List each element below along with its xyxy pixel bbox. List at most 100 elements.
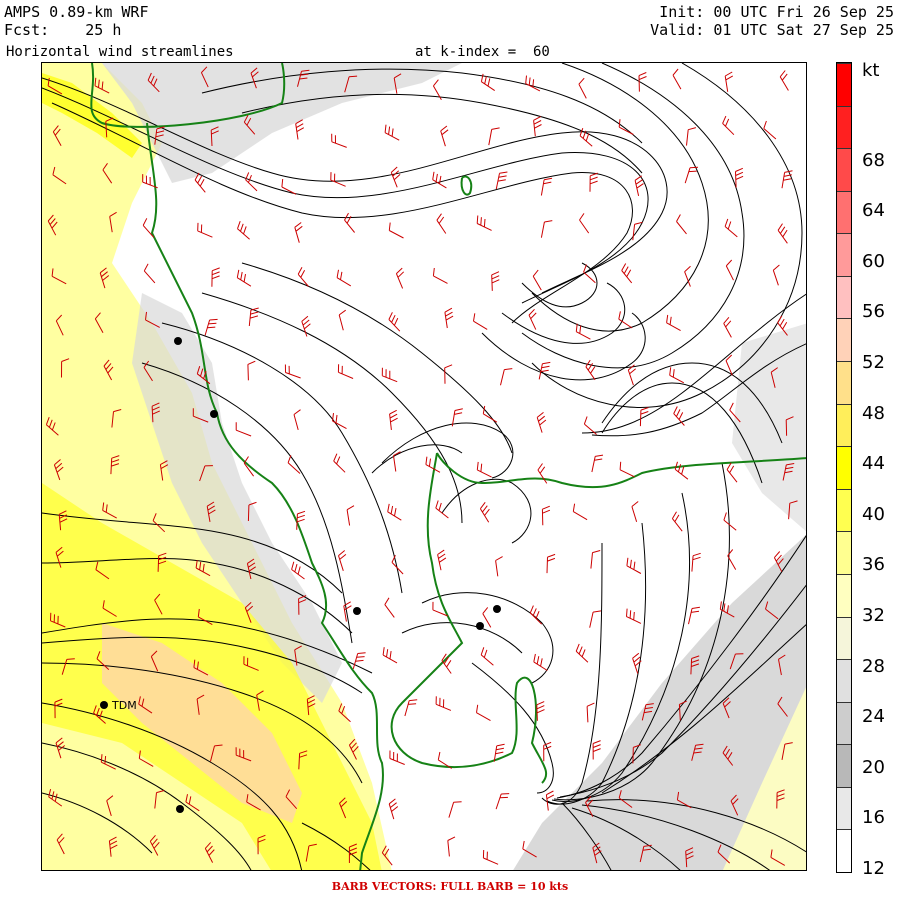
wind-barb	[725, 259, 734, 281]
wind-barb	[583, 416, 597, 435]
wind-barb	[390, 166, 401, 188]
wind-barb	[735, 167, 744, 188]
valid-time: Valid: 01 UTC Sat 27 Sep 25	[650, 21, 894, 39]
colorbar-segment	[837, 105, 851, 149]
colorbar-segment	[837, 233, 851, 276]
wind-barb	[779, 70, 789, 91]
wind-barb	[525, 75, 541, 92]
colorbar-tick-label: 64	[862, 200, 885, 222]
wind-barb	[480, 647, 494, 666]
level-label: at k-index = 60	[415, 44, 550, 60]
wind-barb	[686, 127, 697, 146]
wind-barb	[476, 215, 492, 231]
wind-barb	[618, 311, 633, 329]
wind-barb	[533, 653, 548, 671]
wind-barb	[488, 127, 500, 146]
wind-speed-shading	[42, 63, 806, 870]
colorbar-tick-label: 44	[862, 453, 885, 475]
wind-barb	[440, 125, 449, 147]
wind-barb	[384, 124, 400, 141]
wind-barb	[669, 367, 685, 384]
streamline	[541, 542, 603, 805]
wind-barb	[691, 552, 701, 572]
station-dot	[210, 410, 218, 418]
wind-barb	[621, 263, 633, 284]
colorbar-tick-label: 68	[862, 149, 885, 171]
colorbar-segment	[837, 744, 851, 787]
wind-barb	[236, 269, 252, 287]
colorbar-tick-label: 56	[862, 301, 885, 323]
wind-barb	[482, 405, 498, 423]
wind-barb	[723, 512, 737, 531]
wind-barb	[432, 267, 448, 284]
streamline	[241, 262, 513, 454]
wind-barb	[723, 316, 732, 338]
wind-barb	[235, 422, 252, 437]
wind-barb	[247, 360, 256, 381]
wind-barb	[572, 503, 588, 521]
wind-barb	[619, 461, 635, 478]
wind-speed-colorbar	[836, 62, 852, 873]
wind-barb	[437, 549, 447, 571]
wind-barb	[237, 221, 250, 240]
wind-barb	[541, 505, 551, 526]
wind-barb	[248, 307, 259, 327]
wind-barb	[724, 71, 734, 92]
wind-barb	[395, 267, 405, 289]
wind-barb	[382, 647, 398, 664]
streamline	[381, 422, 514, 479]
wind-barb	[491, 271, 500, 291]
wind-barb	[293, 409, 301, 431]
wind-barb	[589, 172, 598, 192]
wind-barb	[536, 412, 547, 433]
wind-barb	[672, 68, 682, 90]
wind-barb	[197, 222, 213, 238]
colorbar-tick-label: 16	[862, 807, 885, 829]
wind-barb	[473, 313, 488, 330]
station-dot	[353, 607, 361, 615]
streamline	[441, 478, 532, 544]
wind-barb	[296, 510, 306, 530]
colorbar-tick-label: 24	[862, 706, 885, 728]
wind-barb	[674, 461, 689, 480]
wind-map: TDM	[41, 62, 807, 871]
colorbar-tick-label: 32	[862, 605, 885, 627]
wind-barb	[781, 170, 793, 189]
wind-barb	[211, 267, 220, 287]
streamline	[401, 622, 523, 654]
wind-barb	[338, 309, 346, 331]
wind-barb	[575, 643, 589, 663]
wind-barb	[143, 263, 156, 284]
colorbar-unit: kt	[862, 60, 880, 81]
wind-barb	[435, 696, 452, 711]
streamline	[531, 63, 709, 332]
station-dot	[174, 337, 182, 345]
colorbar-segment	[837, 786, 851, 830]
wind-barb	[725, 354, 733, 376]
colorbar-segment	[837, 190, 851, 234]
wind-barb	[684, 166, 699, 184]
wind-barb	[331, 133, 347, 148]
colorbar-segment	[837, 701, 851, 745]
wind-barb	[688, 606, 700, 625]
wind-barb	[204, 318, 218, 336]
station-dot	[476, 622, 484, 630]
wind-barb	[500, 368, 513, 386]
wind-barb	[722, 115, 735, 136]
colorbar-segment	[837, 361, 851, 404]
wind-barb	[387, 503, 402, 521]
colorbar-segment	[837, 488, 851, 532]
wind-barb	[389, 409, 398, 430]
wind-barb	[294, 222, 303, 243]
wind-barb	[528, 308, 537, 330]
wind-barb	[476, 704, 491, 722]
wind-barb	[536, 701, 545, 721]
colorbar-segment	[837, 148, 851, 191]
colorbar-tick-label: 48	[862, 402, 885, 424]
wind-barb	[631, 501, 639, 522]
wind-barb	[591, 454, 604, 473]
model-name: AMPS 0.89-km WRF	[4, 3, 149, 21]
wind-barb	[763, 120, 777, 140]
wind-barb	[287, 455, 301, 474]
coastline-island	[460, 175, 473, 196]
